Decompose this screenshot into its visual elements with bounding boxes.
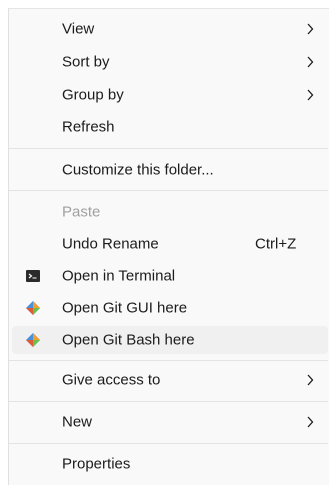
menu-separator <box>9 148 328 149</box>
menu-item-label: Group by <box>62 86 124 104</box>
chevron-right-icon <box>307 23 314 35</box>
menu-item-undo-rename[interactable]: Undo Rename Ctrl+Z <box>9 230 328 258</box>
menu-item-label: Sort by <box>62 53 110 71</box>
menu-item-open-git-gui[interactable]: Open Git GUI here <box>9 294 328 322</box>
git-icon <box>26 301 40 315</box>
menu-item-label: Open Git GUI here <box>62 299 188 317</box>
menu-item-paste: Paste <box>9 198 328 226</box>
menu-item-label: Undo Rename <box>62 235 159 253</box>
menu-item-refresh[interactable]: Refresh <box>9 113 328 141</box>
menu-item-open-in-terminal[interactable]: Open in Terminal <box>9 262 328 290</box>
terminal-icon <box>26 270 40 282</box>
menu-item-label: New <box>62 413 93 431</box>
menu-item-sort-by[interactable]: Sort by <box>9 48 328 76</box>
menu-item-customize-folder[interactable]: Customize this folder... <box>9 156 328 184</box>
chevron-right-icon <box>307 374 314 386</box>
menu-item-label: Paste <box>62 203 101 221</box>
menu-separator <box>9 190 328 191</box>
menu-item-open-git-bash[interactable]: Open Git Bash here <box>12 326 328 354</box>
menu-item-label: Refresh <box>62 118 115 136</box>
menu-item-label: Properties <box>62 455 131 473</box>
chevron-right-icon <box>307 416 314 428</box>
menu-separator <box>9 443 328 444</box>
chevron-right-icon <box>307 56 314 68</box>
shortcut-label: Ctrl+Z <box>255 235 297 253</box>
menu-item-give-access-to[interactable]: Give access to <box>9 366 328 394</box>
menu-item-label: View <box>62 20 95 38</box>
git-icon <box>26 333 40 347</box>
menu-item-label: Customize this folder... <box>62 161 214 179</box>
menu-separator <box>9 401 328 402</box>
menu-item-label: Open Git Bash here <box>62 331 195 349</box>
menu-item-group-by[interactable]: Group by <box>9 81 328 109</box>
menu-item-label: Open in Terminal <box>62 267 176 285</box>
menu-separator <box>9 360 328 361</box>
menu-item-properties[interactable]: Properties <box>9 450 328 478</box>
menu-item-view[interactable]: View <box>9 15 328 43</box>
context-menu: View Sort by Group by Refresh Customize … <box>8 8 329 485</box>
menu-item-label: Give access to <box>62 371 161 389</box>
menu-item-new[interactable]: New <box>9 408 328 436</box>
chevron-right-icon <box>307 89 314 101</box>
